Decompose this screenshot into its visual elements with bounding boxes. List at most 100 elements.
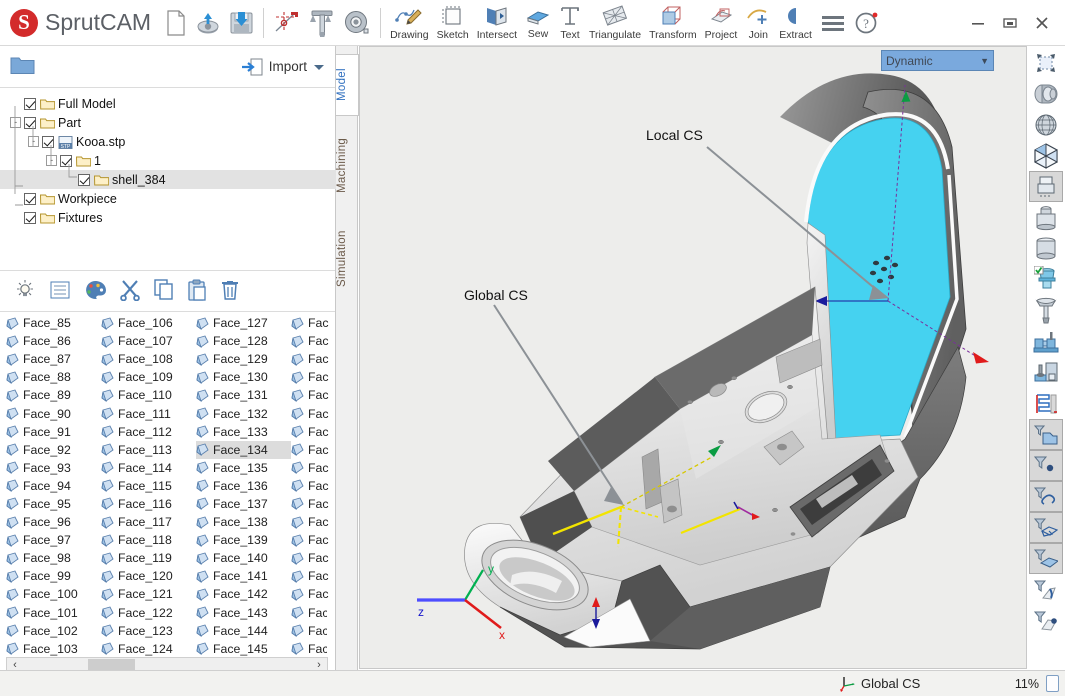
face-list-item[interactable]: Face_99 bbox=[6, 567, 101, 585]
tree-node-1[interactable]: - 1 bbox=[6, 151, 335, 170]
filter-surfaces-button[interactable] bbox=[1029, 512, 1063, 543]
paste-icon[interactable] bbox=[187, 279, 207, 304]
face-list-item[interactable]: Face_108 bbox=[101, 350, 196, 368]
tree-node-part[interactable]: - Part bbox=[6, 113, 335, 132]
fit-selection-button[interactable] bbox=[1029, 47, 1063, 78]
face-list-item[interactable]: Fac bbox=[291, 314, 335, 332]
face-list-item[interactable]: Face_97 bbox=[6, 531, 101, 549]
join-button[interactable]: Join bbox=[741, 1, 775, 45]
face-list-item[interactable]: Face_85 bbox=[6, 314, 101, 332]
workpiece-cylinder-button[interactable] bbox=[1029, 202, 1063, 233]
face-list-item[interactable]: Face_110 bbox=[101, 386, 196, 404]
face-list-item[interactable]: Fac bbox=[291, 513, 335, 531]
face-list-item[interactable]: Face_116 bbox=[101, 495, 196, 513]
face-list-item[interactable]: Face_98 bbox=[6, 549, 101, 567]
face-list-item[interactable]: Face_93 bbox=[6, 459, 101, 477]
tree-expander[interactable]: - bbox=[10, 117, 21, 128]
menu-hamburger-button[interactable] bbox=[816, 1, 850, 45]
face-list-item[interactable]: Face_138 bbox=[196, 513, 291, 531]
sketch-button[interactable]: Sketch bbox=[433, 1, 473, 45]
face-list-item[interactable]: Face_109 bbox=[101, 368, 196, 386]
face-list-item[interactable]: Face_133 bbox=[196, 423, 291, 441]
drawing-button[interactable]: Drawing bbox=[386, 1, 433, 45]
face-list-item[interactable]: Face_106 bbox=[101, 314, 196, 332]
tree-node-kooa-stp[interactable]: - STP Kooa.stp bbox=[6, 132, 335, 151]
import-control[interactable]: Import bbox=[241, 57, 325, 77]
face-list-item[interactable]: Fac bbox=[291, 404, 335, 422]
face-list-item[interactable]: Face_130 bbox=[196, 368, 291, 386]
face-list-item[interactable]: Face_121 bbox=[101, 585, 196, 603]
face-list-item[interactable]: Face_134 bbox=[196, 440, 291, 459]
face-list-item[interactable]: Fac bbox=[291, 459, 335, 477]
tree-node-workpiece[interactable]: Workpiece bbox=[6, 189, 335, 208]
open-file-button[interactable] bbox=[191, 1, 225, 45]
face-list-item[interactable]: Face_90 bbox=[6, 404, 101, 422]
face-list-item[interactable]: Face_96 bbox=[6, 513, 101, 531]
snap-button[interactable] bbox=[269, 1, 305, 45]
tree-checkbox[interactable] bbox=[42, 135, 54, 148]
chevron-down-icon[interactable] bbox=[313, 62, 325, 72]
palette-icon[interactable] bbox=[84, 280, 106, 303]
extract-button[interactable]: Extract bbox=[775, 1, 816, 45]
face-list-item[interactable]: Face_117 bbox=[101, 513, 196, 531]
filter-points-button[interactable] bbox=[1029, 450, 1063, 481]
face-list-item[interactable]: Face_135 bbox=[196, 459, 291, 477]
tree-checkbox[interactable] bbox=[24, 116, 36, 129]
face-list-item[interactable]: Face_114 bbox=[101, 459, 196, 477]
view-mode-dropdown[interactable]: Dynamic ▼ bbox=[881, 50, 994, 71]
face-list-item[interactable]: Face_87 bbox=[6, 350, 101, 368]
tree-checkbox[interactable] bbox=[24, 192, 36, 205]
machine-button[interactable] bbox=[1029, 357, 1063, 388]
tool-holder-button[interactable] bbox=[1029, 264, 1063, 295]
face-list-item[interactable]: Face_92 bbox=[6, 441, 101, 459]
face-list-item[interactable]: Fac bbox=[291, 441, 335, 459]
3d-viewport[interactable]: Local CS Global CS y z x Dynamic ▼ bbox=[359, 46, 1027, 669]
measure-tool-button[interactable] bbox=[305, 1, 339, 45]
face-list-item[interactable]: Fac bbox=[291, 585, 335, 603]
face-list-item[interactable]: Face_128 bbox=[196, 332, 291, 350]
face-list-item[interactable]: Face_102 bbox=[6, 622, 101, 640]
tree-expander[interactable]: - bbox=[46, 155, 57, 166]
face-list-item[interactable]: Face_118 bbox=[101, 531, 196, 549]
face-list-item[interactable]: Face_139 bbox=[196, 531, 291, 549]
tab-machining[interactable]: Machining bbox=[336, 122, 358, 208]
face-list-item[interactable]: Fac bbox=[291, 549, 335, 567]
transform-button[interactable]: Transform bbox=[645, 1, 700, 45]
tape-measure-button[interactable] bbox=[339, 1, 375, 45]
face-list-item[interactable]: Face_112 bbox=[101, 423, 196, 441]
face-list-item[interactable]: Face_119 bbox=[101, 549, 196, 567]
face-list-item[interactable]: Fac bbox=[291, 386, 335, 404]
save-file-button[interactable] bbox=[225, 1, 258, 45]
face-list-item[interactable]: Face_103 bbox=[6, 640, 101, 658]
tree-checkbox[interactable] bbox=[60, 154, 72, 167]
filter-edge-button[interactable] bbox=[1029, 574, 1063, 605]
face-list-item[interactable]: Face_111 bbox=[101, 404, 196, 422]
stock-view-button[interactable] bbox=[1029, 171, 1063, 202]
restore-window-button[interactable] bbox=[995, 8, 1025, 38]
intersect-button[interactable]: Intersect bbox=[473, 1, 521, 45]
tree-node-fixtures[interactable]: Fixtures bbox=[6, 208, 335, 227]
minimize-window-button[interactable] bbox=[963, 8, 993, 38]
shaded-solid-button[interactable] bbox=[1029, 78, 1063, 109]
chevron-down-icon[interactable]: ▼ bbox=[980, 56, 989, 66]
tree-checkbox[interactable] bbox=[24, 211, 36, 224]
face-list-item[interactable]: Face_136 bbox=[196, 477, 291, 495]
sew-button[interactable]: Sew bbox=[521, 1, 555, 45]
tree-node-shell-384[interactable]: shell_384 bbox=[0, 170, 336, 189]
help-button[interactable]: ? bbox=[850, 1, 884, 45]
face-list[interactable]: Face_85 Face_86 Face_87 Face_88 Face_89 Face_… bbox=[0, 312, 335, 672]
face-list-item[interactable]: Face_142 bbox=[196, 585, 291, 603]
face-list-item[interactable]: Face_88 bbox=[6, 368, 101, 386]
filter-curves-button[interactable] bbox=[1029, 481, 1063, 512]
face-list-item[interactable]: Face_101 bbox=[6, 604, 101, 622]
wireframe-sphere-button[interactable] bbox=[1029, 109, 1063, 140]
new-document-button[interactable] bbox=[161, 1, 191, 45]
text-button[interactable]: Text bbox=[555, 1, 585, 45]
face-list-item[interactable]: Face_123 bbox=[101, 622, 196, 640]
face-list-item[interactable]: Face_107 bbox=[101, 332, 196, 350]
face-list-item[interactable]: Fac bbox=[291, 423, 335, 441]
face-list-item[interactable]: Fac bbox=[291, 477, 335, 495]
blank-cylinder-button[interactable] bbox=[1029, 233, 1063, 264]
fixture-clamp-button[interactable] bbox=[1029, 326, 1063, 357]
tool-button[interactable] bbox=[1029, 295, 1063, 326]
